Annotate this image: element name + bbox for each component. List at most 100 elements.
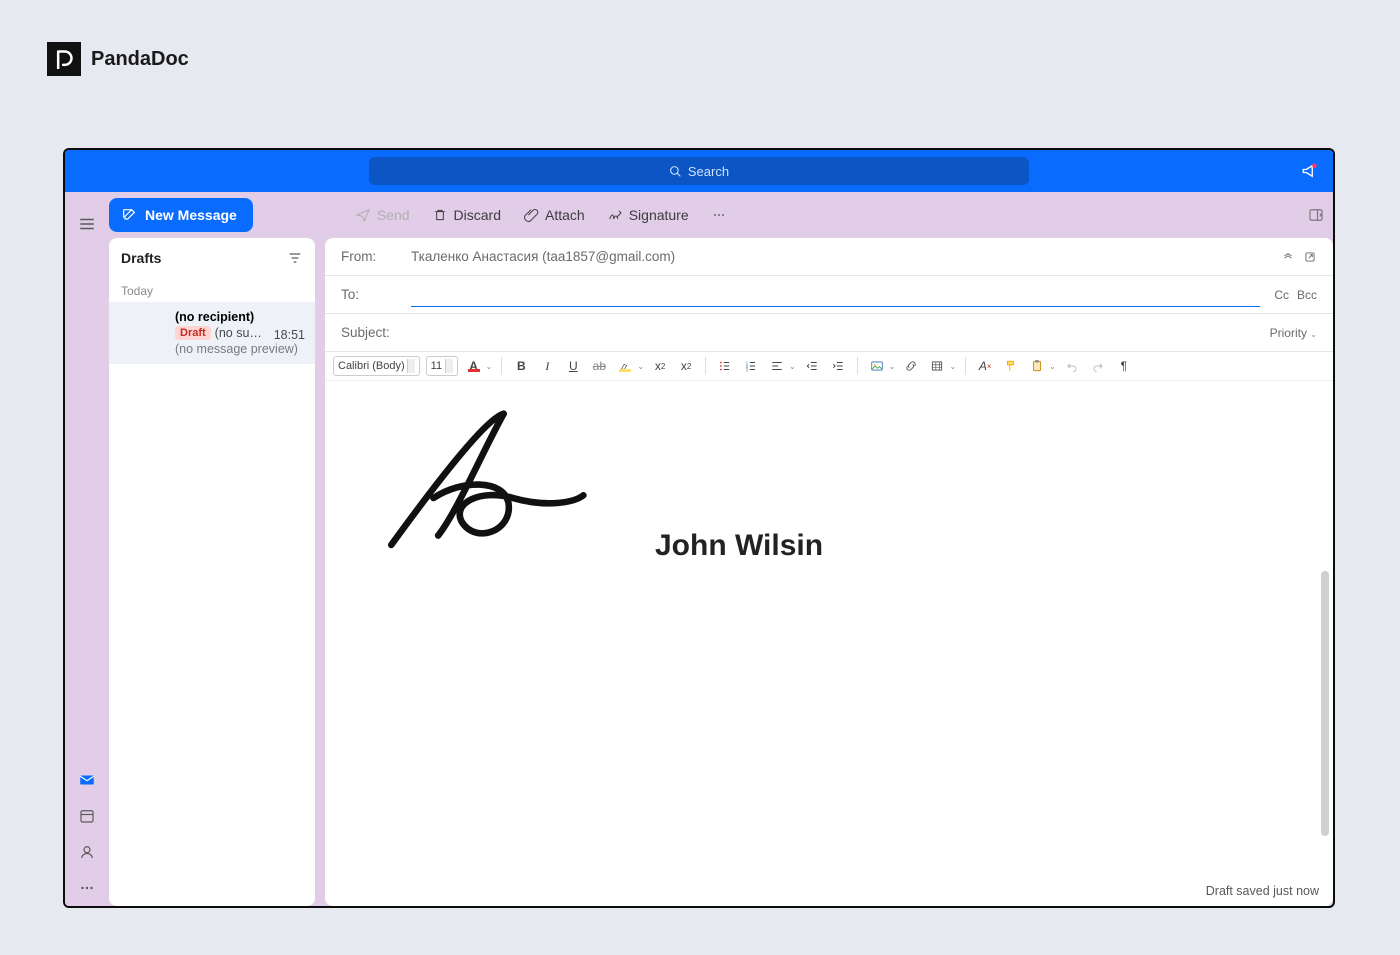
font-name-select[interactable]: Calibri (Body) bbox=[333, 356, 420, 376]
redo-button[interactable] bbox=[1088, 356, 1108, 376]
subject-label: Subject: bbox=[341, 325, 397, 340]
discard-label: Discard bbox=[454, 207, 501, 223]
bold-button[interactable]: B bbox=[511, 356, 531, 376]
scrollbar[interactable] bbox=[1321, 571, 1329, 836]
chevron-down-icon[interactable]: ⌄ bbox=[486, 362, 493, 371]
draft-item[interactable]: (no recipient) Draft (no subj… 18:51 (no… bbox=[109, 302, 315, 364]
group-label: Today bbox=[109, 278, 315, 302]
signature-label: Signature bbox=[629, 207, 689, 223]
indent-button[interactable] bbox=[828, 356, 848, 376]
panel-toggle-icon[interactable] bbox=[1307, 206, 1325, 224]
highlight-button[interactable] bbox=[615, 356, 635, 376]
underline-button[interactable]: U bbox=[563, 356, 583, 376]
clear-formatting-button[interactable]: A× bbox=[975, 356, 995, 376]
mail-icon[interactable] bbox=[76, 769, 98, 791]
chevron-down-icon[interactable]: ⌄ bbox=[637, 362, 644, 371]
align-button[interactable] bbox=[767, 356, 787, 376]
from-row: From: Ткаленко Анастасия (taa1857@gmail.… bbox=[325, 238, 1333, 276]
compose-icon bbox=[121, 207, 137, 223]
cc-toggle[interactable]: Cc bbox=[1274, 288, 1289, 302]
editor-body[interactable]: John Wilsin bbox=[325, 381, 1333, 906]
to-input[interactable] bbox=[411, 306, 1260, 308]
new-message-button[interactable]: New Message bbox=[109, 198, 253, 232]
priority-dropdown[interactable]: Priority ⌄ bbox=[1270, 326, 1317, 340]
contacts-icon[interactable] bbox=[76, 841, 98, 863]
pandadoc-icon bbox=[54, 49, 74, 69]
draft-preview: (no message preview) bbox=[175, 342, 303, 356]
to-row[interactable]: To: Cc Bcc bbox=[325, 276, 1333, 314]
discard-button[interactable]: Discard bbox=[428, 203, 505, 227]
superscript-button[interactable]: x2 bbox=[650, 356, 670, 376]
app-window: Search bbox=[63, 148, 1335, 908]
signature-image bbox=[365, 409, 605, 559]
paste-button[interactable] bbox=[1027, 356, 1047, 376]
toolbar: New Message Send Discard Attach Sig bbox=[109, 192, 1333, 238]
brand: PandaDoc bbox=[47, 42, 189, 76]
paperclip-icon bbox=[523, 207, 539, 223]
overflow-button[interactable] bbox=[707, 203, 731, 227]
trash-icon bbox=[432, 207, 448, 223]
search-icon bbox=[669, 165, 682, 178]
content: New Message Send Discard Attach Sig bbox=[109, 192, 1333, 906]
format-ribbon: Calibri (Body) 11 A ⌄ bbox=[325, 352, 1333, 381]
stepper-icon[interactable] bbox=[445, 359, 453, 373]
signature-button[interactable]: Signature bbox=[603, 203, 693, 227]
chevron-down-icon[interactable]: ⌄ bbox=[949, 362, 956, 371]
new-message-label: New Message bbox=[145, 207, 237, 223]
send-button: Send bbox=[351, 203, 414, 227]
strikethrough-button[interactable]: ab bbox=[589, 356, 609, 376]
left-nav bbox=[65, 192, 109, 906]
font-size-value: 11 bbox=[431, 360, 442, 372]
attach-label: Attach bbox=[545, 207, 585, 223]
compose-pane: From: Ткаленко Анастасия (taa1857@gmail.… bbox=[325, 238, 1333, 906]
titlebar: Search bbox=[65, 150, 1333, 192]
outdent-button[interactable] bbox=[802, 356, 822, 376]
megaphone-icon[interactable] bbox=[1301, 162, 1319, 180]
chevron-down-icon[interactable]: ⌄ bbox=[889, 362, 896, 371]
unordered-list-button[interactable] bbox=[715, 356, 735, 376]
insert-image-button[interactable] bbox=[867, 356, 887, 376]
main: New Message Send Discard Attach Sig bbox=[65, 192, 1333, 906]
search-placeholder: Search bbox=[688, 164, 729, 179]
font-name-value: Calibri (Body) bbox=[338, 360, 405, 372]
panes: Drafts Today (no recipient) Draft (no su… bbox=[109, 238, 1333, 906]
folder-header: Drafts bbox=[109, 238, 315, 278]
attach-button[interactable]: Attach bbox=[519, 203, 589, 227]
from-label: From: bbox=[341, 249, 397, 264]
ordered-list-button[interactable]: 123 bbox=[741, 356, 761, 376]
filter-icon[interactable] bbox=[287, 250, 303, 266]
insert-table-button[interactable] bbox=[927, 356, 947, 376]
more-icon[interactable] bbox=[76, 877, 98, 899]
undo-button[interactable] bbox=[1062, 356, 1082, 376]
insert-link-button[interactable] bbox=[901, 356, 921, 376]
folder-title: Drafts bbox=[121, 250, 161, 266]
priority-label: Priority bbox=[1270, 326, 1307, 340]
from-value[interactable]: Ткаленко Анастасия (taa1857@gmail.com) bbox=[411, 249, 675, 264]
popout-icon[interactable] bbox=[1303, 250, 1317, 264]
show-formatting-button[interactable]: ¶ bbox=[1114, 356, 1134, 376]
subject-row[interactable]: Subject: Priority ⌄ bbox=[325, 314, 1333, 352]
chevron-down-icon[interactable]: ⌄ bbox=[1049, 362, 1056, 371]
draft-badge: Draft bbox=[175, 326, 211, 340]
calendar-icon[interactable] bbox=[76, 805, 98, 827]
collapse-icon[interactable] bbox=[1281, 250, 1295, 264]
to-label: To: bbox=[341, 287, 397, 302]
draft-recipient: (no recipient) bbox=[175, 310, 303, 324]
dots-icon bbox=[711, 207, 727, 223]
font-size-select[interactable]: 11 bbox=[426, 356, 458, 376]
search-bar[interactable]: Search bbox=[369, 157, 1029, 185]
bcc-toggle[interactable]: Bcc bbox=[1297, 288, 1317, 302]
format-painter-button[interactable] bbox=[1001, 356, 1021, 376]
message-list: Drafts Today (no recipient) Draft (no su… bbox=[109, 238, 315, 906]
chevron-down-icon[interactable]: ⌄ bbox=[789, 362, 796, 371]
font-color-button[interactable]: A bbox=[464, 356, 484, 376]
subscript-button[interactable]: x2 bbox=[676, 356, 696, 376]
hamburger-icon[interactable] bbox=[76, 213, 98, 235]
stepper-icon[interactable] bbox=[407, 359, 415, 373]
chevron-down-icon: ⌄ bbox=[1310, 330, 1317, 339]
draft-subject: (no subj… bbox=[215, 326, 267, 340]
italic-button[interactable]: I bbox=[537, 356, 557, 376]
signature-name: John Wilsin bbox=[655, 529, 823, 563]
brand-name: PandaDoc bbox=[91, 48, 189, 71]
brand-logo bbox=[47, 42, 81, 76]
